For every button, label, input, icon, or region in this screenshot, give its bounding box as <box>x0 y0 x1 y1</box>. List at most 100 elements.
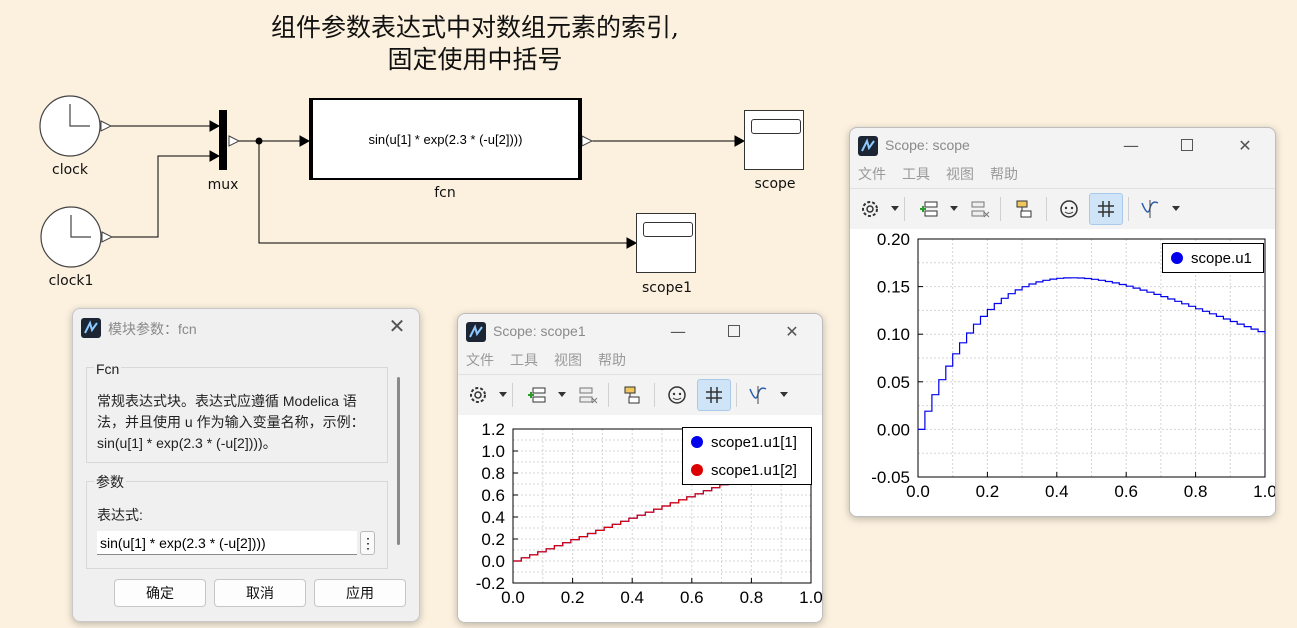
ok-button[interactable]: 确定 <box>114 579 206 607</box>
y-tick-label: 0.8 <box>481 464 505 483</box>
signal-selector-icon[interactable] <box>1007 193 1041 225</box>
scope-block[interactable] <box>744 110 804 170</box>
clock-block[interactable] <box>39 95 113 157</box>
legend-dot-icon <box>691 436 703 448</box>
settings-gear-icon[interactable] <box>461 379 495 411</box>
fcn-expression: sin(u[1] * exp(2.3 * (-u[2]))) <box>368 131 523 147</box>
menu-bar: 文件 工具 视图 帮助 <box>458 348 822 372</box>
menu-view[interactable]: 视图 <box>946 162 974 186</box>
expression-value: sin(u[1] * exp(2.3 * (-u[2]))) <box>100 535 266 551</box>
fcn-output-port <box>581 135 594 147</box>
add-subplot-icon[interactable] <box>520 379 554 411</box>
x-tick-label: 0.2 <box>561 588 585 607</box>
scope-window: Scope: scope — ✕ 文件 工具 视图 帮助 0.0 0.2 0.4 0.6 0.… <box>849 127 1276 517</box>
zoom-fit-icon[interactable] <box>660 379 694 411</box>
y-tick-label: -0.05 <box>871 468 910 487</box>
grid-toggle-icon[interactable] <box>1089 193 1123 225</box>
x-tick-label: 0.4 <box>1045 482 1069 501</box>
cursor-measure-icon[interactable] <box>1133 193 1167 225</box>
fcn-label: fcn <box>434 185 456 201</box>
close-icon[interactable]: ✕ <box>772 318 812 344</box>
scope1-plot-area[interactable]: 0.0 0.2 0.4 0.6 0.8 1.0 -0.2 0.0 0.2 0.4 0.6 0.8 1.0… <box>458 415 822 622</box>
scope-plot-area[interactable]: 0.0 0.2 0.4 0.6 0.8 1.0 -0.05 0.00 0.05 0.10 0.15 0… <box>850 229 1275 516</box>
chevron-down-icon[interactable] <box>499 392 507 397</box>
grid-toggle-icon[interactable] <box>697 379 731 411</box>
y-tick-label: 0.15 <box>877 278 910 297</box>
y-tick-label: 0.4 <box>481 508 505 527</box>
dialog-title: 模块参数：fcn <box>108 321 197 337</box>
x-tick-label: 0.8 <box>1184 482 1208 501</box>
params-group-title: 参数 <box>94 472 126 492</box>
scope1-legend: scope1.u1[1] scope1.u1[2] <box>682 427 812 485</box>
y-tick-label: 0.05 <box>877 373 910 392</box>
signal-selector-icon[interactable] <box>615 379 649 411</box>
menu-help[interactable]: 帮助 <box>990 162 1018 186</box>
chevron-down-icon[interactable] <box>558 392 566 397</box>
menu-help[interactable]: 帮助 <box>598 348 626 372</box>
legend-entry: scope1.u1[2] <box>683 456 811 484</box>
scope-legend: scope.u1 <box>1162 243 1264 273</box>
params-group <box>86 481 388 569</box>
app-icon <box>858 136 878 156</box>
toolbar <box>458 374 822 415</box>
legend-label: scope1.u1[1] <box>711 433 797 451</box>
minimize-icon[interactable]: — <box>658 318 698 344</box>
mux-block[interactable] <box>219 110 241 170</box>
chevron-down-icon[interactable] <box>950 206 958 211</box>
close-icon[interactable]: ✕ <box>1225 132 1265 158</box>
menu-file[interactable]: 文件 <box>466 348 494 372</box>
chevron-down-icon[interactable] <box>780 392 788 397</box>
window-title: Scope: scope1 <box>493 323 586 339</box>
expression-input[interactable]: sin(u[1] * exp(2.3 * (-u[2]))) <box>97 531 357 555</box>
maximize-icon[interactable] <box>714 318 754 344</box>
app-icon <box>466 322 486 342</box>
y-tick-label: 0.10 <box>877 325 910 344</box>
minimize-icon[interactable]: — <box>1111 132 1151 158</box>
y-tick-label: 0.2 <box>481 530 505 549</box>
more-options-button[interactable]: ⋮ <box>360 531 375 555</box>
x-tick-label: 0.8 <box>740 588 764 607</box>
scope1-label: scope1 <box>642 280 692 296</box>
app-icon <box>81 318 101 338</box>
fcn-block[interactable]: sin(u[1] * exp(2.3 * (-u[2]))) <box>309 98 582 180</box>
apply-button[interactable]: 应用 <box>314 579 406 607</box>
close-icon[interactable]: ✕ <box>383 315 411 339</box>
clock1-block[interactable] <box>40 206 114 268</box>
legend-entry: scope1.u1[1] <box>683 428 811 456</box>
dialog-scrollbar[interactable] <box>397 377 400 545</box>
mux-label: mux <box>207 177 239 193</box>
remove-subplot-icon[interactable] <box>962 193 996 225</box>
settings-gear-icon[interactable] <box>853 193 887 225</box>
y-tick-label: 0.0 <box>481 552 505 571</box>
scope-label: scope <box>754 176 796 192</box>
wire-branch-point <box>255 137 263 145</box>
legend-entry: scope.u1 <box>1163 244 1263 272</box>
fcn-group-title: Fcn <box>94 361 122 377</box>
menu-file[interactable]: 文件 <box>858 162 886 186</box>
menu-tools[interactable]: 工具 <box>902 162 930 186</box>
y-tick-label: 1.0 <box>481 442 505 461</box>
maximize-icon[interactable] <box>1167 132 1207 158</box>
scope1-block[interactable] <box>636 213 696 273</box>
x-tick-label: 0.4 <box>620 588 644 607</box>
chevron-down-icon[interactable] <box>1172 206 1180 211</box>
clock-label: clock <box>52 162 88 178</box>
scope1-window: Scope: scope1 — ✕ 文件 工具 视图 帮助 0.0 0.2 0.4 0.6 0… <box>457 313 823 623</box>
cursor-measure-icon[interactable] <box>741 379 775 411</box>
menu-tools[interactable]: 工具 <box>510 348 538 372</box>
legend-dot-icon <box>691 464 703 476</box>
menu-view[interactable]: 视图 <box>554 348 582 372</box>
zoom-fit-icon[interactable] <box>1052 193 1086 225</box>
x-tick-label: 0.6 <box>1114 482 1138 501</box>
remove-subplot-icon[interactable] <box>570 379 604 411</box>
clock1-label: clock1 <box>48 273 94 289</box>
toolbar <box>850 188 1275 229</box>
add-subplot-icon[interactable] <box>912 193 946 225</box>
fcn-description: 常规表达式块。表达式应遵循 Modelica 语法，并且使用 u 作为输入变量名… <box>97 393 365 451</box>
y-tick-label: 0.00 <box>877 420 910 439</box>
chevron-down-icon[interactable] <box>891 206 899 211</box>
expression-label: 表达式: <box>97 507 143 523</box>
legend-label: scope1.u1[2] <box>711 461 797 479</box>
cancel-button[interactable]: 取消 <box>214 579 306 607</box>
legend-label: scope.u1 <box>1191 249 1252 267</box>
